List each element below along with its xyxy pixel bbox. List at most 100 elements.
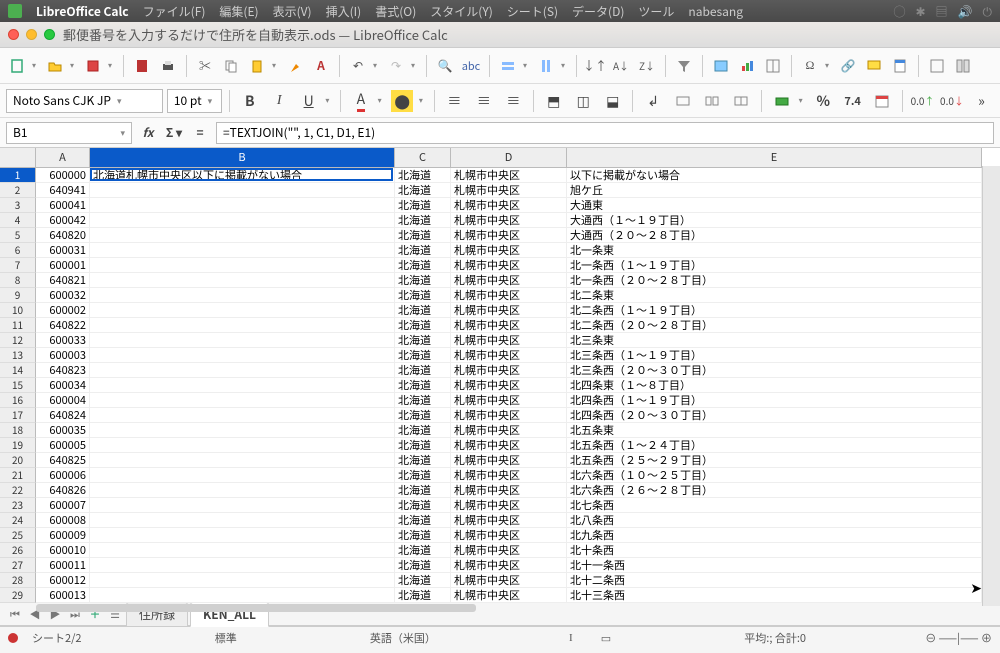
- cell[interactable]: 札幌市中央区: [451, 168, 567, 183]
- row-header[interactable]: 23: [0, 498, 36, 513]
- name-box[interactable]: B1▾: [6, 122, 132, 144]
- cell[interactable]: 600009: [36, 528, 90, 543]
- merge-icon[interactable]: [670, 89, 695, 113]
- horizontal-scrollbar[interactable]: [36, 604, 476, 612]
- cell[interactable]: 600013: [36, 588, 90, 603]
- cell[interactable]: [90, 318, 395, 333]
- cell[interactable]: 札幌市中央区: [451, 543, 567, 558]
- cell[interactable]: 600034: [36, 378, 90, 393]
- cell[interactable]: [90, 408, 395, 423]
- cell[interactable]: 北海道: [395, 558, 451, 573]
- cell[interactable]: 北十二条西: [567, 573, 982, 588]
- menu-user[interactable]: nabesang: [688, 3, 743, 20]
- cell[interactable]: 600001: [36, 258, 90, 273]
- special-char-icon[interactable]: Ω: [799, 55, 821, 77]
- undo-icon[interactable]: ↶: [347, 55, 369, 77]
- inc-decimal-icon[interactable]: 0.0↑: [910, 89, 935, 113]
- cell[interactable]: [90, 558, 395, 573]
- cell[interactable]: 600005: [36, 438, 90, 453]
- menu-style[interactable]: スタイル(Y): [430, 3, 493, 20]
- valign-top-icon[interactable]: ⬒: [541, 89, 566, 113]
- cell[interactable]: 札幌市中央区: [451, 558, 567, 573]
- cell[interactable]: 北三条西（１～１９丁目）: [567, 348, 982, 363]
- cell[interactable]: 北三条西（２０～３０丁目）: [567, 363, 982, 378]
- cell[interactable]: 北海道: [395, 333, 451, 348]
- cell[interactable]: 札幌市中央区: [451, 258, 567, 273]
- align-center-icon[interactable]: ≡: [471, 89, 496, 113]
- cell[interactable]: 北十三条西: [567, 588, 982, 603]
- row-header[interactable]: 21: [0, 468, 36, 483]
- menu-view[interactable]: 表示(V): [273, 3, 312, 20]
- date-icon[interactable]: [869, 89, 894, 113]
- row-header[interactable]: 12: [0, 333, 36, 348]
- row-header[interactable]: 3: [0, 198, 36, 213]
- cell[interactable]: 札幌市中央区: [451, 363, 567, 378]
- row-header[interactable]: 5: [0, 228, 36, 243]
- cell[interactable]: 640825: [36, 453, 90, 468]
- cell[interactable]: [90, 228, 395, 243]
- row-header[interactable]: 13: [0, 348, 36, 363]
- row-header[interactable]: 1: [0, 168, 36, 183]
- cell[interactable]: [90, 363, 395, 378]
- highlight-button[interactable]: ⬤: [389, 89, 414, 113]
- cell[interactable]: 北四条東（１～８丁目）: [567, 378, 982, 393]
- split-icon[interactable]: [952, 55, 974, 77]
- row-header[interactable]: 8: [0, 273, 36, 288]
- merge2-icon[interactable]: [699, 89, 724, 113]
- valign-mid-icon[interactable]: ◫: [571, 89, 596, 113]
- cell[interactable]: 北海道: [395, 588, 451, 603]
- number-icon[interactable]: 7.4: [840, 89, 865, 113]
- cell[interactable]: 札幌市中央区: [451, 333, 567, 348]
- cell[interactable]: [90, 498, 395, 513]
- font-color-button[interactable]: A: [348, 89, 373, 113]
- sort-za-icon[interactable]: Z↓: [636, 55, 658, 77]
- cell[interactable]: 北海道: [395, 543, 451, 558]
- cell[interactable]: 札幌市中央区: [451, 453, 567, 468]
- cell[interactable]: 札幌市中央区: [451, 468, 567, 483]
- cell[interactable]: 札幌市中央区: [451, 288, 567, 303]
- cell[interactable]: [90, 513, 395, 528]
- cell[interactable]: 北五条西（１～２４丁目）: [567, 438, 982, 453]
- cell[interactable]: 札幌市中央区: [451, 228, 567, 243]
- cell[interactable]: [90, 453, 395, 468]
- cell[interactable]: 600000: [36, 168, 90, 183]
- row-header[interactable]: 29: [0, 588, 36, 603]
- cell[interactable]: 北海道: [395, 438, 451, 453]
- cell[interactable]: [90, 543, 395, 558]
- row-header[interactable]: 17: [0, 408, 36, 423]
- copy-icon[interactable]: [220, 55, 242, 77]
- sidebar-toggle[interactable]: [982, 166, 1000, 606]
- cell[interactable]: 北海道札幌市中央区以下に掲載がない場合: [90, 168, 395, 183]
- cell[interactable]: 北九条西: [567, 528, 982, 543]
- print-icon[interactable]: [157, 55, 179, 77]
- cell-stat[interactable]: 平均:; 合計:0: [730, 630, 820, 646]
- cell[interactable]: 北海道: [395, 408, 451, 423]
- fx-button[interactable]: fx: [138, 124, 158, 141]
- cell[interactable]: 札幌市中央区: [451, 198, 567, 213]
- row-header[interactable]: 28: [0, 573, 36, 588]
- cell[interactable]: [90, 588, 395, 603]
- sum-button[interactable]: Σ ▾: [164, 124, 184, 141]
- align-left-icon[interactable]: ≡: [442, 89, 467, 113]
- cell[interactable]: 札幌市中央区: [451, 348, 567, 363]
- row-header[interactable]: 19: [0, 438, 36, 453]
- pivot-icon[interactable]: [762, 55, 784, 77]
- col-icon[interactable]: [535, 55, 557, 77]
- column-header-C[interactable]: C: [395, 148, 451, 168]
- row-header[interactable]: 20: [0, 453, 36, 468]
- cut-icon[interactable]: ✂: [194, 55, 216, 77]
- cell[interactable]: 北海道: [395, 528, 451, 543]
- cell[interactable]: 北海道: [395, 183, 451, 198]
- cell[interactable]: 北海道: [395, 243, 451, 258]
- freeze-icon[interactable]: [926, 55, 948, 77]
- row-header[interactable]: 2: [0, 183, 36, 198]
- menu-format[interactable]: 書式(O): [375, 3, 416, 20]
- cell[interactable]: 大通西（１～１９丁目）: [567, 213, 982, 228]
- dec-decimal-icon[interactable]: 0.0↓: [939, 89, 964, 113]
- row-header[interactable]: 4: [0, 213, 36, 228]
- format-paint-icon[interactable]: [284, 55, 306, 77]
- cell[interactable]: 北海道: [395, 348, 451, 363]
- bold-button[interactable]: B: [237, 89, 262, 113]
- font-size-combo[interactable]: 10 pt▾: [167, 89, 222, 113]
- cell[interactable]: 640826: [36, 483, 90, 498]
